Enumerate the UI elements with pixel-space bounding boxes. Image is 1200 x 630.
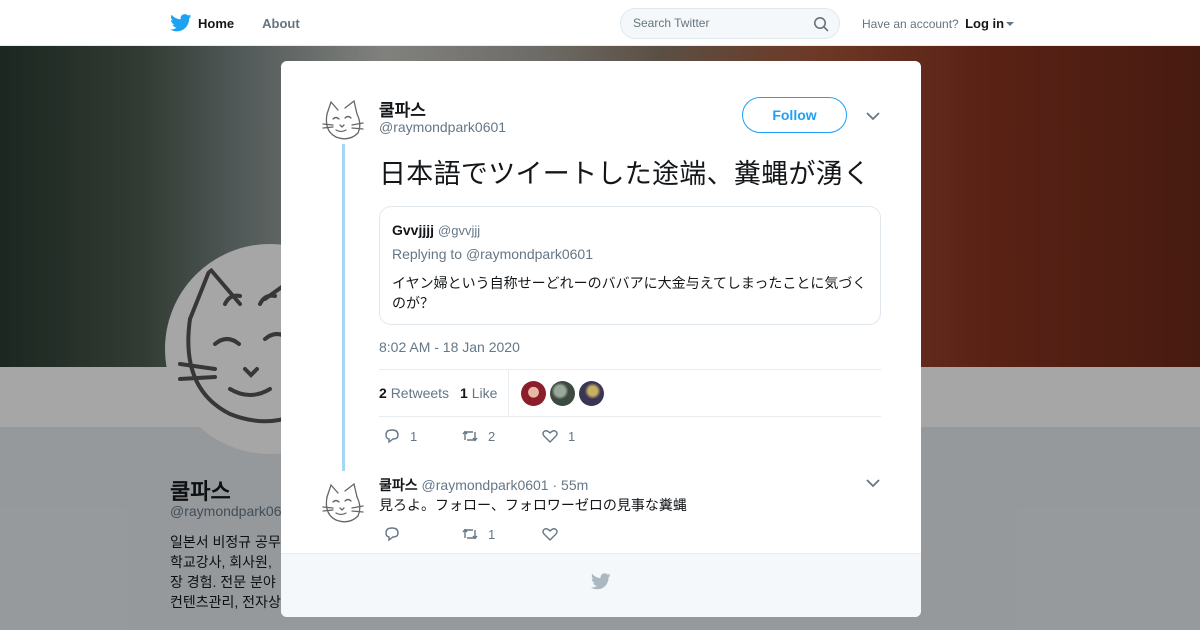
bio-line: 장 경험. 전문 분야 — [170, 574, 276, 590]
nav-home-link[interactable]: Home — [198, 16, 234, 31]
retweet-icon — [462, 528, 478, 540]
nav-about-link[interactable]: About — [262, 16, 300, 31]
replying-to: Replying to @raymondpark0601 — [392, 246, 593, 262]
stats-divider — [508, 370, 509, 416]
tweet-modal: 쿨파스 @raymondpark0601 Follow 日本語でツイートした途端… — [281, 61, 921, 617]
liker-avatar[interactable] — [550, 381, 575, 406]
thread-connector-line — [342, 143, 345, 471]
reply-action[interactable]: 1 — [383, 427, 417, 445]
chevron-down-icon[interactable] — [866, 479, 880, 488]
reply-author-avatar[interactable] — [321, 479, 369, 527]
reply-author-name[interactable]: 쿨파스 — [379, 477, 418, 493]
like-action[interactable] — [541, 525, 568, 543]
quoted-tweet-text: イヤン婦という自称せーどれーのババアに大金与えてしまったことに気づくのが？ — [392, 275, 867, 311]
quoted-author-handle: @gvvjjj — [438, 223, 481, 238]
replying-to-prefix: Replying to — [392, 246, 463, 262]
retweets-count: 2 — [379, 385, 387, 401]
retweets-stat[interactable]: 2 Retweets — [379, 385, 449, 401]
retweet-count: 2 — [488, 428, 496, 444]
twitter-bird-icon — [591, 573, 611, 590]
retweets-label: Retweets — [390, 385, 450, 401]
reply-icon — [385, 527, 399, 542]
likes-count: 1 — [460, 385, 468, 401]
cat-avatar-icon — [322, 99, 364, 140]
twitter-bird-icon[interactable] — [170, 14, 192, 32]
liker-avatar[interactable] — [521, 381, 546, 406]
like-action[interactable]: 1 — [541, 427, 575, 445]
quoted-tweet[interactable]: Gvvjjjj @gvvjjj Replying to @raymondpark0… — [379, 206, 881, 325]
heart-icon — [542, 430, 558, 443]
reply-action[interactable] — [383, 525, 410, 543]
liker-avatar[interactable] — [579, 381, 604, 406]
retweet-action[interactable]: 2 — [461, 427, 495, 445]
have-account-text: Have an account? — [862, 17, 959, 31]
profile-handle: @raymondpark0601 — [170, 503, 285, 519]
tweet-stats: 2 Retweets 1 Like — [379, 369, 881, 417]
quoted-author-name: Gvvjjjj — [392, 222, 435, 238]
reply-time[interactable]: · 55m — [552, 477, 588, 493]
tweet-text: 日本語でツイートした途端、糞蝿が湧く — [379, 159, 871, 189]
tweet-timestamp[interactable]: 8:02 AM - 18 Jan 2020 — [379, 339, 520, 355]
retweet-icon — [462, 430, 478, 442]
like-count: 1 — [568, 428, 576, 444]
bio-line: 일본서 비정규 공무원 — [170, 534, 282, 550]
retweet-action[interactable]: 1 — [461, 525, 495, 543]
search-box — [620, 8, 840, 39]
retweet-count: 1 — [488, 526, 496, 542]
likes-stat[interactable]: 1 Like — [460, 385, 497, 401]
follow-button[interactable]: Follow — [742, 97, 847, 133]
profile-name: 쿨파스 — [170, 479, 231, 504]
tweet-author-name[interactable]: 쿨파스 — [379, 96, 426, 121]
nav-left: Home About — [170, 0, 328, 46]
top-navigation-bar: Home About Have an account? Log in — [0, 0, 1200, 46]
account-area: Have an account? Log in — [862, 16, 1015, 31]
login-link[interactable]: Log in — [965, 16, 1004, 31]
bio-line: 학교강사, 회사원, — [170, 554, 272, 570]
reply-author-handle[interactable]: @raymondpark0601 — [422, 477, 549, 493]
tweet-author-handle[interactable]: @raymondpark0601 — [379, 119, 506, 135]
caret-down-icon[interactable] — [1006, 22, 1015, 26]
cat-avatar-icon — [322, 482, 364, 523]
heart-icon — [542, 528, 558, 541]
modal-footer — [281, 553, 921, 617]
tweet-author-avatar[interactable] — [321, 96, 369, 144]
quoted-author: Gvvjjjj @gvvjjj — [392, 222, 480, 238]
reply-text: 見ろよ。フォロー、フォロワーゼロの見事な糞蝿 — [379, 497, 687, 513]
search-icon[interactable] — [813, 16, 829, 32]
profile-bio: 일본서 비정규 공무원 학교강사, 회사원, 장 경험. 전문 분야 컨텐츠관리… — [170, 532, 282, 612]
chevron-down-icon[interactable] — [866, 112, 880, 121]
reply-header: 쿨파스 @raymondpark0601 · 55m — [379, 475, 588, 495]
close-icon[interactable] — [1154, 12, 1178, 36]
reply-icon — [385, 429, 399, 444]
bio-line: 컨텐츠관리, 전자상거래 — [170, 594, 282, 610]
likes-label: Like — [471, 385, 498, 401]
reply-count: 1 — [410, 428, 418, 444]
replying-to-link[interactable]: @raymondpark0601 — [466, 246, 593, 262]
search-input[interactable] — [633, 16, 803, 30]
